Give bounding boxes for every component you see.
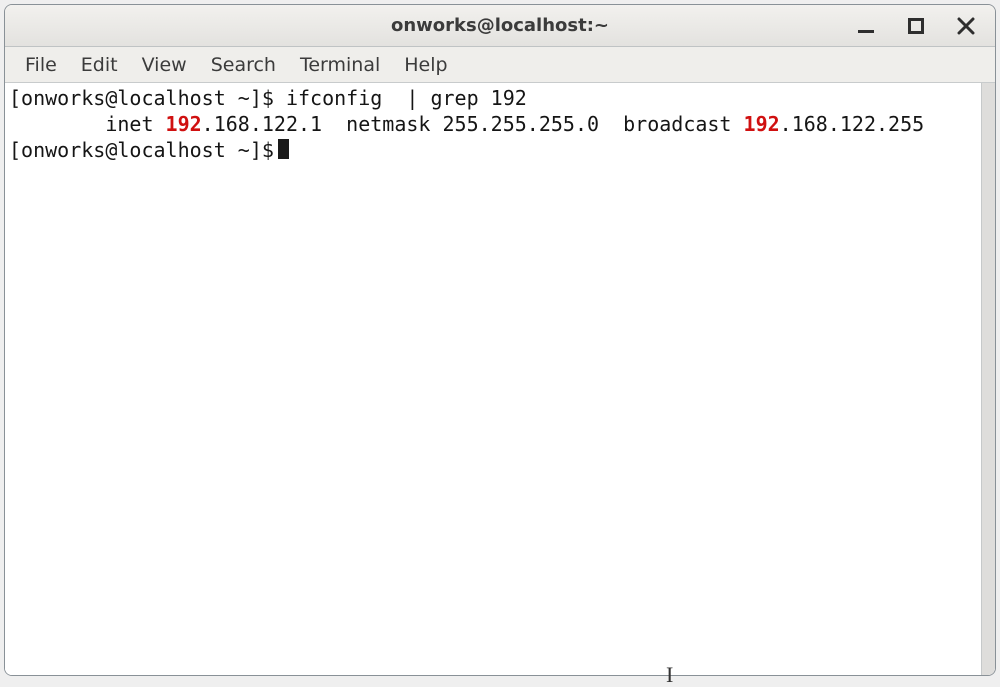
menu-file[interactable]: File	[13, 50, 69, 80]
maximize-button[interactable]	[905, 15, 927, 37]
terminal-window: onworks@localhost:~ File Edit View Searc…	[4, 4, 996, 676]
output-text: .168.122.255	[780, 112, 925, 136]
vertical-scrollbar[interactable]	[981, 83, 995, 675]
menu-search[interactable]: Search	[199, 50, 288, 80]
close-button[interactable]	[955, 15, 977, 37]
minimize-button[interactable]	[855, 15, 877, 37]
cursor-icon	[278, 139, 289, 159]
menu-view[interactable]: View	[130, 50, 199, 80]
window-controls	[855, 15, 985, 37]
command-text: ifconfig | grep 192	[286, 86, 527, 110]
terminal-body-wrap: [onworks@localhost ~]$ ifconfig | grep 1…	[5, 83, 995, 675]
grep-match: 192	[166, 112, 202, 136]
prompt: [onworks@localhost ~]$	[9, 138, 274, 162]
menubar: File Edit View Search Terminal Help	[5, 47, 995, 83]
menu-help[interactable]: Help	[392, 50, 459, 80]
output-text: inet	[9, 112, 166, 136]
terminal-output[interactable]: [onworks@localhost ~]$ ifconfig | grep 1…	[5, 83, 981, 675]
menu-terminal[interactable]: Terminal	[288, 50, 392, 80]
menu-edit[interactable]: Edit	[69, 50, 130, 80]
window-title: onworks@localhost:~	[5, 15, 995, 36]
titlebar[interactable]: onworks@localhost:~	[5, 5, 995, 47]
output-text: .168.122.1 netmask 255.255.255.0 broadca…	[202, 112, 744, 136]
grep-match: 192	[744, 112, 780, 136]
prompt: [onworks@localhost ~]$	[9, 86, 286, 110]
